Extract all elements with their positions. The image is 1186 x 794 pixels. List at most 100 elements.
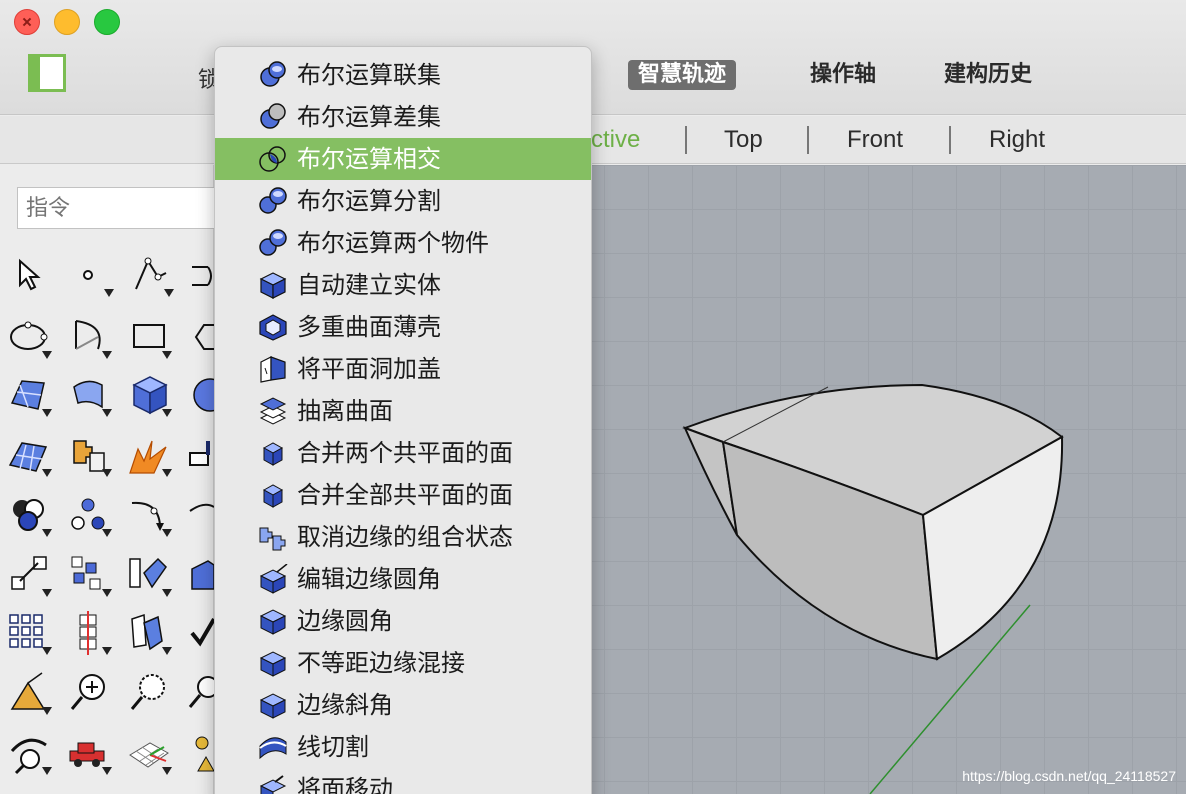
tab-perspective[interactable]: ctive [591, 124, 640, 156]
tab-divider [807, 126, 809, 154]
menu-item-label: 编辑边缘圆角 [297, 565, 441, 593]
align-objects-icon[interactable] [68, 611, 112, 655]
extrude-curve-icon[interactable] [68, 373, 112, 417]
boolean-union-icon [260, 61, 286, 87]
tool-panel [0, 165, 237, 794]
command-input[interactable] [17, 187, 237, 229]
arc-tool-icon[interactable] [68, 315, 112, 359]
viewport-tabs-bar: ctive Top Front Right [0, 116, 1186, 164]
sidebar-toggle-icon[interactable] [28, 54, 66, 92]
construction-plane-icon[interactable] [128, 731, 172, 775]
menu-item-label: 布尔运算两个物件 [297, 229, 489, 257]
menu-item-merge-all-faces[interactable]: 合并全部共平面的面 [215, 474, 591, 516]
move-face-icon [259, 775, 287, 794]
mirror-object-icon[interactable] [128, 553, 172, 597]
chamfer-edge-icon [259, 693, 287, 719]
menu-item-shell[interactable]: 多重曲面薄壳 [215, 306, 591, 348]
menu-item-label: 不等距边缘混接 [297, 649, 465, 677]
menu-item-label: 边缘圆角 [297, 607, 393, 635]
select-arrow-icon[interactable] [10, 253, 54, 297]
surface-edit-icon[interactable] [8, 433, 52, 477]
walkabout-car-icon[interactable] [68, 731, 112, 775]
polyline-tool-icon[interactable] [130, 253, 174, 297]
unjoin-edge-icon [259, 527, 286, 551]
rotate-view-icon[interactable] [8, 731, 52, 775]
boolean-union-tool-icon[interactable] [8, 493, 52, 537]
menu-item-label: 布尔运算分割 [297, 187, 441, 215]
extrude-solid-icon[interactable] [188, 553, 214, 597]
maximize-window-button[interactable] [94, 9, 120, 35]
tab-divider [949, 126, 951, 154]
group-objects-icon[interactable] [68, 493, 112, 537]
menu-item-label: 布尔运算差集 [297, 103, 441, 131]
scale-object-icon[interactable] [8, 553, 52, 597]
menu-item-move-face[interactable]: 将面移动 [215, 768, 591, 794]
rotate-3d-icon[interactable] [188, 493, 214, 537]
tab-top[interactable]: Top [724, 124, 763, 156]
array-tool-icon[interactable] [68, 553, 112, 597]
menu-item-label: 边缘斜角 [297, 691, 393, 719]
menu-item-boolean-split[interactable]: 布尔运算分割 [215, 180, 591, 222]
minimize-window-button[interactable] [54, 9, 80, 35]
tab-right[interactable]: Right [989, 124, 1045, 156]
merge-all-faces-icon [262, 484, 284, 508]
rectangle-tool-icon[interactable] [128, 315, 172, 359]
tab-gumball[interactable]: 操作轴 [800, 60, 886, 90]
sphere-solid-icon[interactable] [188, 373, 214, 417]
curve-tool-icon[interactable] [188, 253, 214, 297]
menu-item-blend-edge[interactable]: 不等距边缘混接 [215, 642, 591, 684]
check-analysis-icon[interactable] [188, 611, 214, 655]
box-solid-icon[interactable] [128, 373, 172, 417]
menu-item-chamfer-edge[interactable]: 边缘斜角 [215, 684, 591, 726]
tab-front[interactable]: Front [847, 124, 903, 156]
menu-item-fillet-edge[interactable]: 边缘圆角 [215, 600, 591, 642]
menu-item-label: 取消边缘的组合状态 [297, 523, 513, 551]
menu-item-label: 自动建立实体 [297, 271, 441, 299]
solid-model [682, 383, 1064, 794]
polygon-tool-icon[interactable] [188, 315, 214, 359]
boolean-difference-icon [260, 103, 286, 129]
rotate-object-icon[interactable] [128, 493, 172, 537]
blend-edge-icon [259, 651, 287, 677]
menu-item-boolean-two-objects[interactable]: 布尔运算两个物件 [215, 222, 591, 264]
menu-item-label: 线切割 [297, 733, 369, 761]
named-views-icon[interactable] [188, 731, 214, 775]
create-solid-icon [259, 272, 287, 299]
orient-object-icon[interactable] [128, 611, 172, 655]
tab-divider [685, 126, 687, 154]
tab-history[interactable]: 建构历史 [934, 60, 1042, 90]
ellipse-tool-icon[interactable] [8, 315, 52, 359]
surface-from-points-icon[interactable] [8, 373, 52, 417]
menu-item-unjoin-edge[interactable]: 取消边缘的组合状态 [215, 516, 591, 558]
menu-item-label: 合并两个共平面的面 [297, 439, 513, 467]
tab-smart-track[interactable]: 智慧轨迹 [628, 60, 737, 90]
light-tool-icon[interactable] [8, 671, 52, 715]
menu-item-merge-face[interactable]: 合并两个共平面的面 [215, 432, 591, 474]
point-tool-icon[interactable] [70, 253, 114, 297]
fillet-edge-icon [259, 609, 287, 635]
menu-item-create-solid[interactable]: 自动建立实体 [215, 264, 591, 306]
menu-item-edit-fillet-edge[interactable]: 编辑边缘圆角 [215, 558, 591, 600]
join-pieces-icon[interactable] [68, 433, 112, 477]
move-object-icon[interactable] [188, 433, 214, 477]
close-window-button[interactable] [14, 9, 40, 35]
boolean-two-objects-icon [259, 229, 287, 256]
explode-icon[interactable] [128, 433, 172, 477]
zoom-window-icon[interactable] [128, 671, 172, 715]
menu-item-extract-surface[interactable]: 抽离曲面 [215, 390, 591, 432]
perspective-viewport[interactable]: https://blog.csdn.net/qq_24118527 [560, 165, 1186, 794]
menu-item-boolean-difference[interactable]: 布尔运算差集 [215, 96, 591, 138]
solid-tools-menu: 布尔运算联集 布尔运算差集 布尔运算相交 布尔运算分割 布尔运算两个物件 自动建… [214, 46, 592, 794]
menu-item-label: 将平面洞加盖 [297, 355, 441, 383]
menu-item-boolean-intersection[interactable]: 布尔运算相交 [215, 138, 591, 180]
menu-item-wire-cut[interactable]: 线切割 [215, 726, 591, 768]
edit-fillet-edge-icon [259, 564, 288, 594]
grid-array-icon[interactable] [8, 611, 52, 655]
menu-item-label: 布尔运算相交 [297, 145, 441, 173]
shell-icon [259, 314, 287, 341]
zoom-extents-icon[interactable] [188, 671, 214, 715]
menu-item-label: 布尔运算联集 [297, 61, 441, 89]
menu-item-cap[interactable]: 将平面洞加盖 [215, 348, 591, 390]
menu-item-boolean-union[interactable]: 布尔运算联集 [215, 54, 591, 96]
zoom-in-icon[interactable] [68, 671, 112, 715]
